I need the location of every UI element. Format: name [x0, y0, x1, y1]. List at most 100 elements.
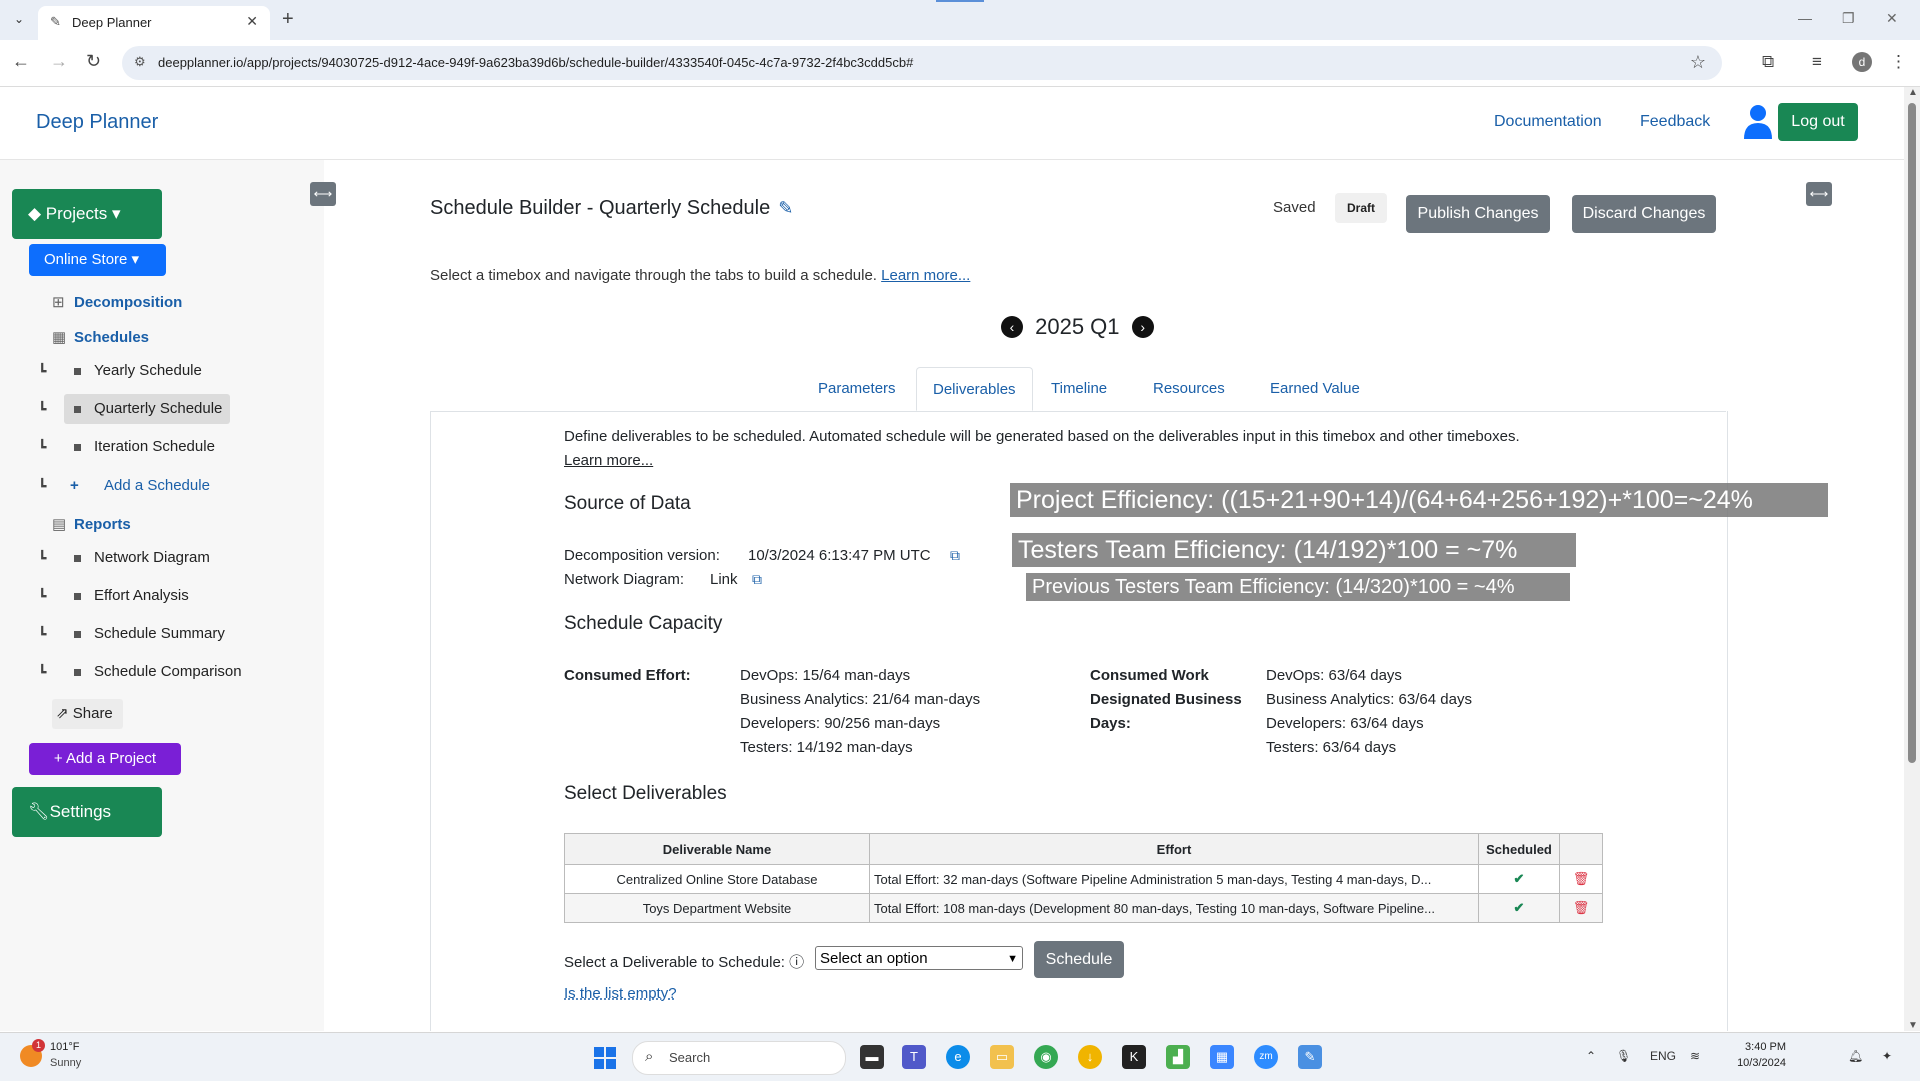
zoom-icon[interactable]: zm: [1254, 1045, 1278, 1069]
external-link-icon[interactable]: ⧉: [752, 571, 762, 588]
page-scrollbar[interactable]: ▲ ▼: [1904, 87, 1920, 1031]
edit-pencil-icon[interactable]: ✎: [778, 198, 793, 218]
user-icon[interactable]: [1744, 103, 1772, 139]
delete-trash-icon[interactable]: 🗑︎: [1559, 864, 1603, 894]
next-timebox-icon[interactable]: ›: [1131, 316, 1154, 338]
language-indicator[interactable]: ENG: [1650, 1049, 1676, 1063]
calculator-icon[interactable]: ▦: [1210, 1045, 1234, 1069]
chart-app-icon[interactable]: ▟: [1166, 1045, 1190, 1069]
address-bar[interactable]: ⚙ deepplanner.io/app/projects/94030725-d…: [122, 46, 1722, 80]
feedback-link[interactable]: Feedback: [1640, 113, 1710, 131]
schedule-item-label: Yearly Schedule: [94, 362, 202, 379]
menu-kebab-icon[interactable]: ⋮: [1890, 52, 1907, 72]
back-icon[interactable]: ←: [12, 51, 30, 72]
documentation-link[interactable]: Documentation: [1494, 113, 1602, 131]
tab-resources[interactable]: Resources: [1137, 367, 1241, 411]
clock[interactable]: 3:40 PM 10/3/2024: [1722, 1039, 1786, 1071]
intro-text: Select a timebox and navigate through th…: [430, 267, 970, 284]
add-project-button[interactable]: + Add a Project: [29, 743, 181, 775]
decomposition-version-value: 10/3/2024 6:13:47 PM UTC: [748, 547, 931, 564]
delete-trash-icon[interactable]: 🗑︎: [1559, 893, 1603, 923]
sidebar-item-schedules[interactable]: ▦ Schedules: [52, 328, 149, 346]
network-diagram-link[interactable]: Link: [710, 571, 738, 588]
help-question-icon[interactable]: ⓘ: [789, 954, 804, 971]
sidebar-item-yearly-schedule[interactable]: ┗ Yearly Schedule: [38, 356, 210, 386]
tab-parameters[interactable]: Parameters: [802, 367, 912, 411]
restore-icon[interactable]: ❐: [1842, 10, 1855, 27]
sidebar-item-effort-analysis[interactable]: ┗ Effort Analysis: [38, 581, 197, 611]
microphone-icon[interactable]: 🎙︎: [1616, 1049, 1631, 1063]
sidebar-item-schedule-summary[interactable]: ┗ Schedule Summary: [38, 619, 233, 649]
sidebar-item-network-diagram[interactable]: ┗ Network Diagram: [38, 543, 218, 573]
browser-toolbar: ← → ↻ ⚙ deepplanner.io/app/projects/9403…: [0, 40, 1920, 87]
tab-earned-value[interactable]: Earned Value: [1254, 367, 1376, 411]
publish-changes-button[interactable]: Publish Changes: [1406, 195, 1550, 233]
schedule-button[interactable]: Schedule: [1034, 941, 1124, 978]
deliverable-select[interactable]: Select an option ▼: [815, 946, 1023, 970]
extensions-icon[interactable]: ⧉: [1762, 52, 1774, 72]
scroll-up-icon[interactable]: ▲: [1908, 87, 1918, 98]
tray-chevron-icon[interactable]: ⌃: [1586, 1049, 1596, 1063]
notifications-bell-icon[interactable]: 🔔︎: [1848, 1049, 1863, 1063]
list-empty-link[interactable]: Is the list empty?: [564, 985, 677, 1002]
new-tab-button[interactable]: +: [282, 8, 294, 31]
share-button[interactable]: ⇗ Share: [52, 699, 123, 729]
close-tab-icon[interactable]: ✕: [246, 13, 258, 30]
windows-taskbar: 1 101°F Sunny ⌕ Search ▬ T e ▭ ◉ ↓ K ▟ ▦…: [0, 1032, 1920, 1081]
close-window-icon[interactable]: ✕: [1886, 10, 1898, 27]
browser-tab[interactable]: ✎ Deep Planner ✕: [38, 6, 270, 40]
previous-timebox-icon[interactable]: ‹: [1001, 316, 1023, 338]
sidebar-item-decomposition[interactable]: ⊞ Decomposition: [52, 293, 182, 311]
bookmark-star-icon[interactable]: ☆: [1690, 52, 1706, 73]
online-store-button[interactable]: Online Store ▾: [29, 244, 166, 276]
external-link-icon[interactable]: ⧉: [950, 547, 960, 564]
taskbar-search[interactable]: ⌕ Search: [632, 1041, 846, 1075]
settings-label: Settings: [49, 802, 112, 821]
forward-icon[interactable]: →: [50, 51, 68, 72]
top-navbar: Deep Planner Documentation Feedback Log …: [0, 87, 1904, 160]
task-view-icon[interactable]: ▬: [860, 1045, 884, 1069]
search-icon: ⌕: [645, 1048, 654, 1065]
discard-changes-button[interactable]: Discard Changes: [1572, 195, 1716, 233]
tab-search-icon[interactable]: ⌄: [8, 8, 30, 30]
reload-icon[interactable]: ↻: [86, 51, 101, 72]
consumed-work-devops: DevOps: 63/64 days: [1266, 667, 1402, 684]
chrome-icon[interactable]: ◉: [1034, 1045, 1058, 1069]
add-schedule-link[interactable]: ┗ + Add a Schedule: [38, 471, 218, 501]
column-header: Effort: [869, 833, 1479, 865]
sidebar-item-quarterly-schedule[interactable]: ┗ Quarterly Schedule: [38, 394, 231, 424]
consumed-effort-label: Consumed Effort:: [564, 667, 691, 684]
file-explorer-icon[interactable]: ▭: [990, 1045, 1014, 1069]
learn-more-link[interactable]: Learn more...: [881, 267, 970, 284]
teams-icon[interactable]: T: [902, 1045, 926, 1069]
logout-button[interactable]: Log out: [1778, 103, 1858, 141]
collapse-sidebar-right-icon[interactable]: ⟷: [1806, 182, 1832, 206]
sidebar-item-reports[interactable]: ▤ Reports: [52, 515, 131, 533]
copilot-icon[interactable]: ✦: [1882, 1049, 1892, 1063]
paint-icon[interactable]: ✎: [1298, 1045, 1322, 1069]
projects-button[interactable]: ◆ Projects ▾: [12, 189, 162, 239]
brand-logo[interactable]: Deep Planner: [36, 111, 158, 134]
source-heading: Source of Data: [564, 493, 691, 514]
edge-icon[interactable]: e: [946, 1045, 970, 1069]
settings-button[interactable]: 🔧︎Settings: [12, 787, 162, 837]
schedule-tabs: Parameters Deliverables Timeline Resourc…: [430, 367, 1726, 412]
app-k-icon[interactable]: K: [1122, 1045, 1146, 1069]
wifi-icon[interactable]: ≋: [1690, 1049, 1700, 1063]
tab-timeline[interactable]: Timeline: [1035, 367, 1123, 411]
define-learn-more-link[interactable]: Learn more...: [564, 452, 653, 469]
minimize-icon[interactable]: —: [1798, 10, 1812, 26]
download-icon[interactable]: ↓: [1078, 1045, 1102, 1069]
site-info-icon[interactable]: ⚙: [134, 54, 146, 70]
profile-avatar[interactable]: d: [1852, 52, 1872, 72]
media-icon[interactable]: ≡: [1812, 52, 1822, 72]
windows-start-icon[interactable]: [594, 1047, 616, 1069]
tab-deliverables[interactable]: Deliverables: [916, 367, 1033, 411]
plus-icon: +: [53, 750, 67, 767]
scheduled-check-icon: ✔: [1478, 864, 1560, 894]
sidebar-item-iteration-schedule[interactable]: ┗ Iteration Schedule: [38, 432, 223, 462]
sidebar-item-schedule-comparison[interactable]: ┗ Schedule Comparison: [38, 657, 250, 687]
collapse-sidebar-left-icon[interactable]: ⟷: [310, 182, 336, 206]
scroll-down-icon[interactable]: ▼: [1908, 1020, 1918, 1031]
scroll-thumb[interactable]: [1908, 103, 1916, 763]
